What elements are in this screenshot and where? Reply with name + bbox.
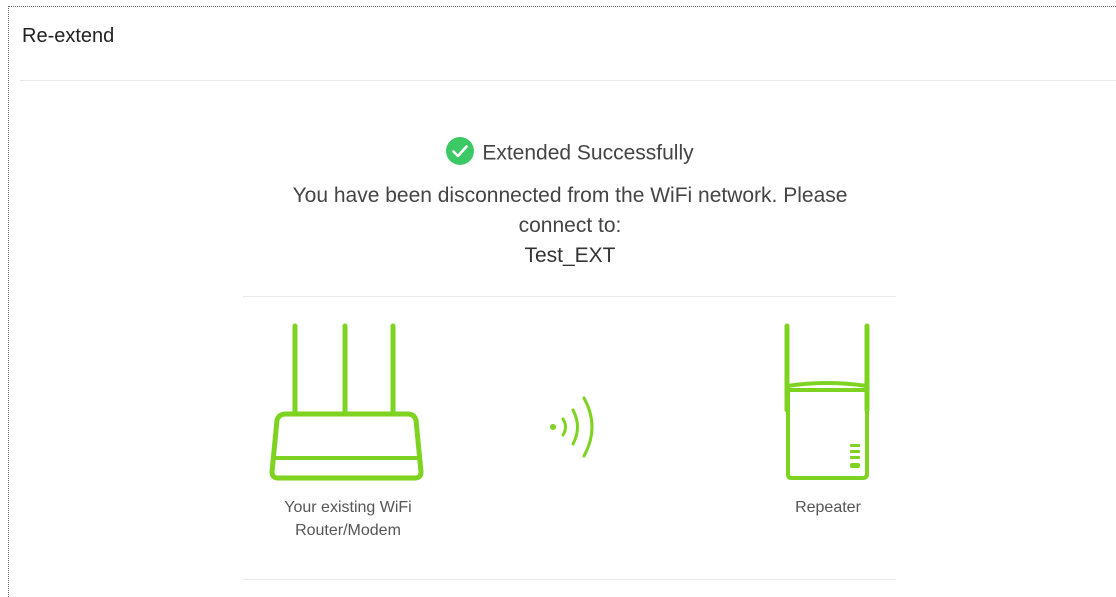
status-row: Extended Successfully (0, 137, 1116, 168)
page-title: Re-extend (22, 25, 115, 47)
router-label-line1: Your existing WiFi (284, 499, 412, 516)
router-icon (269, 323, 424, 481)
status-title: Extended Successfully (482, 141, 694, 165)
content-divider-bottom (243, 579, 896, 580)
network-ssid: Test_EXT (524, 244, 616, 267)
status-message: You have been disconnected from the WiFi… (292, 184, 848, 237)
wifi-signal-icon (550, 396, 594, 458)
page-frame (8, 6, 1116, 597)
content-divider-top (243, 296, 896, 297)
router-label-line2: Router/Modem (295, 522, 401, 539)
check-circle-icon (446, 137, 475, 166)
header-divider (20, 80, 1116, 81)
router-label: Your existing WiFi Router/Modem (248, 496, 448, 542)
repeater-icon (784, 323, 870, 480)
repeater-label: Repeater (795, 499, 861, 516)
